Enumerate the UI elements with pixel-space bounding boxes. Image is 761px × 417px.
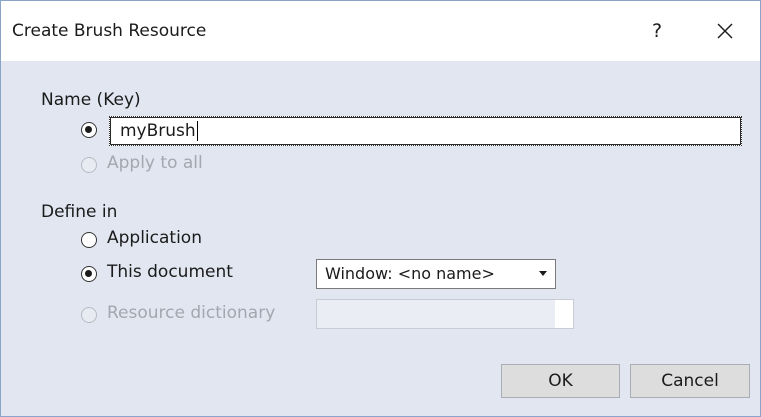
- close-button[interactable]: [705, 13, 745, 49]
- this-document-radio[interactable]: [81, 266, 97, 282]
- document-scope-value: Window: <no name>: [325, 264, 495, 283]
- this-document-label: This document: [107, 262, 233, 282]
- name-radio[interactable]: [81, 122, 97, 138]
- resource-dictionary-select[interactable]: [316, 299, 574, 329]
- name-key-heading: Name (Key): [41, 90, 141, 110]
- help-button[interactable]: ?: [639, 13, 675, 49]
- document-scope-select[interactable]: Window: <no name>: [316, 259, 556, 289]
- close-icon: [717, 23, 733, 39]
- application-radio[interactable]: [81, 232, 97, 248]
- apply-to-all-label: Apply to all: [107, 153, 203, 173]
- text-caret: [196, 121, 198, 141]
- create-brush-resource-dialog: Create Brush Resource ? Name (Key) myBru…: [0, 0, 761, 417]
- dialog-title: Create Brush Resource: [12, 21, 207, 41]
- chevron-down-icon: [539, 271, 547, 276]
- application-label: Application: [107, 228, 202, 248]
- cancel-button[interactable]: Cancel: [630, 364, 750, 398]
- resource-dictionary-select-button: [555, 300, 573, 328]
- resource-dictionary-label: Resource dictionary: [107, 303, 276, 323]
- title-bar: Create Brush Resource ?: [1, 1, 760, 61]
- name-key-value: myBrush: [120, 121, 196, 141]
- name-key-input[interactable]: myBrush: [109, 116, 742, 146]
- apply-to-all-radio[interactable]: [81, 157, 97, 173]
- ok-button[interactable]: OK: [501, 364, 620, 398]
- resource-dictionary-radio[interactable]: [81, 307, 97, 323]
- define-in-heading: Define in: [41, 202, 118, 222]
